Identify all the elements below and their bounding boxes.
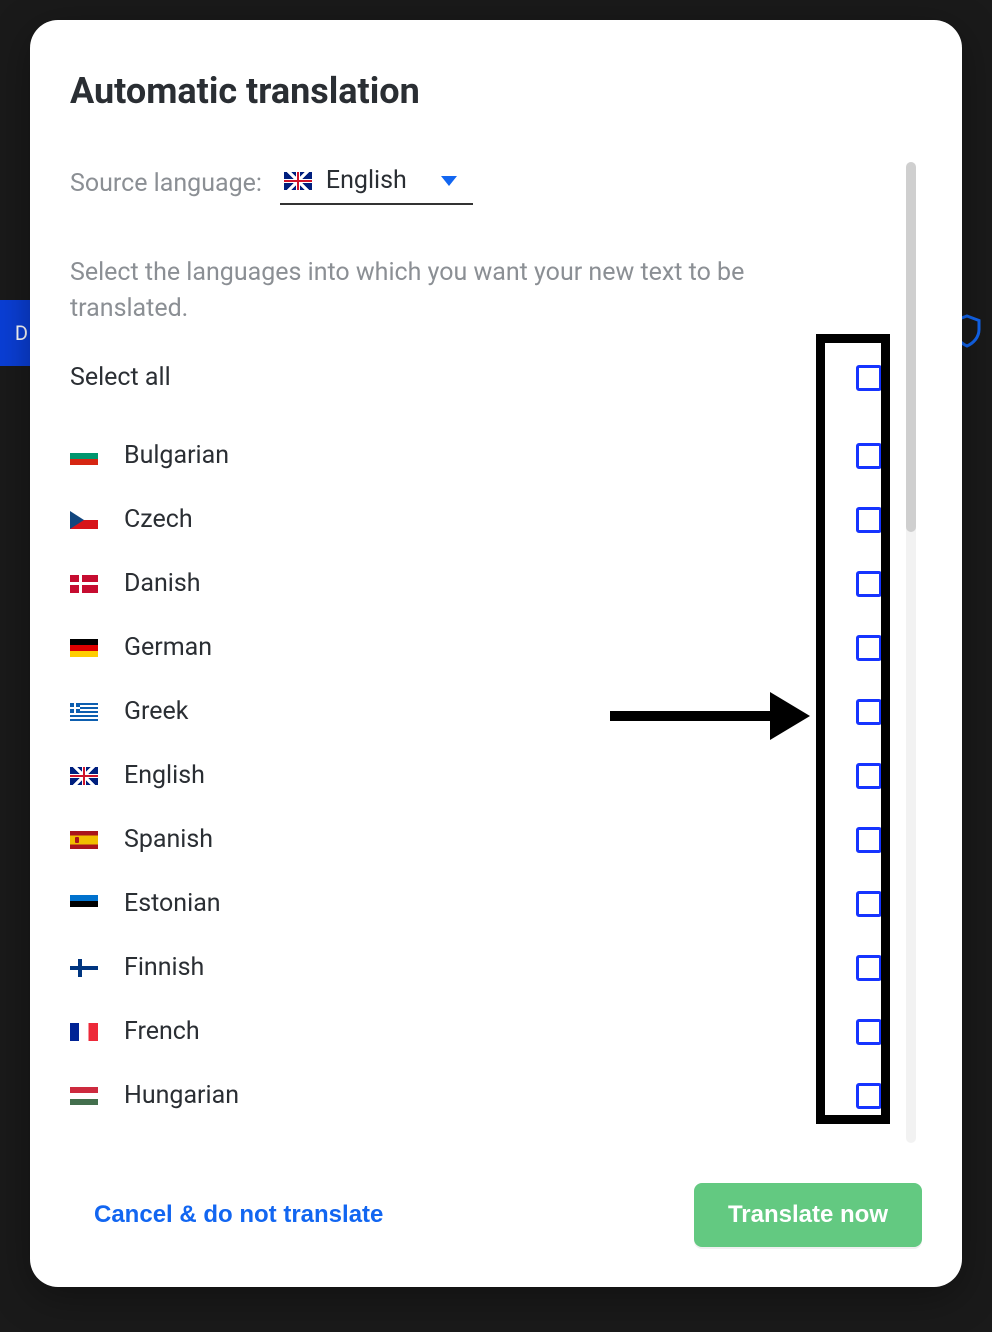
language-label: Danish: [124, 569, 201, 598]
flag-gr-icon: [70, 703, 98, 721]
select-all-label: Select all: [70, 363, 171, 392]
language-checkbox-greek[interactable]: [856, 699, 882, 725]
translate-now-button[interactable]: Translate now: [694, 1183, 922, 1247]
language-checkbox-spanish[interactable]: [856, 827, 882, 853]
source-language-row: Source language: English: [70, 162, 882, 205]
translation-modal: Automatic translation Source language: E…: [30, 20, 962, 1287]
flag-cz-icon: [70, 511, 98, 529]
flag-gb-icon: [70, 767, 98, 785]
language-row-greek[interactable]: Greek: [70, 680, 882, 744]
source-language-select[interactable]: English: [280, 162, 473, 205]
language-row-estonian[interactable]: Estonian: [70, 872, 882, 936]
modal-scroll-area: Source language: English Select the lang…: [70, 162, 922, 1143]
language-label: Czech: [124, 505, 193, 534]
modal-title: Automatic translation: [70, 70, 922, 112]
language-row-finnish[interactable]: Finnish: [70, 936, 882, 1000]
chevron-down-icon: [441, 176, 457, 186]
select-all-row[interactable]: Select all: [70, 346, 882, 410]
source-language-value: English: [326, 166, 407, 195]
language-label: French: [124, 1017, 200, 1046]
flag-dk-icon: [70, 575, 98, 593]
flag-ee-icon: [70, 895, 98, 913]
language-checkbox-czech[interactable]: [856, 507, 882, 533]
language-label: Spanish: [124, 825, 213, 854]
flag-bg-icon: [70, 447, 98, 465]
language-checkbox-german[interactable]: [856, 635, 882, 661]
language-label: Estonian: [124, 889, 221, 918]
cancel-button[interactable]: Cancel & do not translate: [70, 1187, 407, 1243]
language-row-spanish[interactable]: Spanish: [70, 808, 882, 872]
modal-footer: Cancel & do not translate Translate now: [70, 1143, 922, 1247]
instruction-text: Select the languages into which you want…: [70, 255, 810, 328]
language-checkbox-danish[interactable]: [856, 571, 882, 597]
language-checkbox-finnish[interactable]: [856, 955, 882, 981]
source-language-label: Source language:: [70, 169, 262, 198]
language-label: Hungarian: [124, 1081, 239, 1110]
language-checkbox-french[interactable]: [856, 1019, 882, 1045]
flag-fr-icon: [70, 1023, 98, 1041]
language-row-danish[interactable]: Danish: [70, 552, 882, 616]
scrollbar-thumb[interactable]: [906, 162, 916, 532]
language-row-hungarian[interactable]: Hungarian: [70, 1064, 882, 1128]
language-row-german[interactable]: German: [70, 616, 882, 680]
language-label: Greek: [124, 697, 188, 726]
language-checkbox-estonian[interactable]: [856, 891, 882, 917]
language-row-french[interactable]: French: [70, 1000, 882, 1064]
modal-scroll-content: Source language: English Select the lang…: [70, 162, 922, 1143]
flag-de-icon: [70, 639, 98, 657]
background-fragment: D: [0, 300, 30, 366]
language-list: Bulgarian Czech Danish German Greek English Sp…: [70, 424, 882, 1128]
language-label: Bulgarian: [124, 441, 229, 470]
flag-hu-icon: [70, 1087, 98, 1105]
modal-backdrop: D Automatic translation Source language:…: [0, 0, 992, 1332]
language-checkbox-english[interactable]: [856, 763, 882, 789]
flag-es-icon: [70, 831, 98, 849]
language-row-czech[interactable]: Czech: [70, 488, 882, 552]
select-all-checkbox[interactable]: [856, 365, 882, 391]
language-row-bulgarian[interactable]: Bulgarian: [70, 424, 882, 488]
language-checkbox-hungarian[interactable]: [856, 1083, 882, 1109]
flag-fi-icon: [70, 959, 98, 977]
language-label: English: [124, 761, 205, 790]
language-label: Finnish: [124, 953, 204, 982]
language-label: German: [124, 633, 212, 662]
language-checkbox-bulgarian[interactable]: [856, 443, 882, 469]
flag-gb-icon: [284, 172, 312, 190]
language-row-english[interactable]: English: [70, 744, 882, 808]
